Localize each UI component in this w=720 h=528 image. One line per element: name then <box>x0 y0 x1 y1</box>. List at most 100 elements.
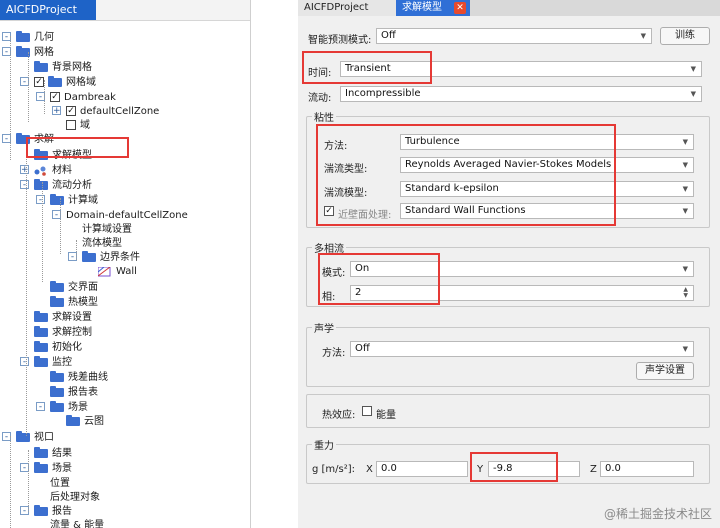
tree-item[interactable]: - 几何 <box>0 30 250 45</box>
time-label: 时间: <box>308 68 332 79</box>
tree-item[interactable]: 残差曲线 <box>0 370 250 385</box>
tree-item[interactable]: - 网格 <box>0 45 250 60</box>
tree-item[interactable]: + 材料 <box>0 163 250 178</box>
method-select[interactable]: Turbulence ▼ <box>400 134 694 150</box>
folder-icon <box>16 431 30 442</box>
tree-item[interactable]: - 流动分析 <box>0 178 250 193</box>
energy-checkbox[interactable] <box>362 406 372 416</box>
folder-icon <box>50 386 64 397</box>
tree-item[interactable]: 报告表 <box>0 385 250 400</box>
tree-connector <box>10 436 11 528</box>
tree-item-label: 求解模型 <box>52 150 92 161</box>
folder-icon <box>66 415 80 426</box>
expand-icon[interactable]: + <box>20 165 29 175</box>
tree-item-label: 结果 <box>52 448 72 459</box>
folder-icon <box>50 371 64 382</box>
tree-item[interactable]: 计算域设置 <box>0 222 250 237</box>
tree-item[interactable]: - Domain-defaultCellZone <box>0 208 250 223</box>
tree-item[interactable]: - ✓ Dambreak <box>0 90 250 105</box>
flow-select[interactable]: Incompressible ▼ <box>340 86 702 102</box>
chevron-down-icon: ▼ <box>682 265 688 273</box>
tree-item[interactable]: 求解设置 <box>0 310 250 325</box>
gravity-y-label: Y <box>477 464 484 475</box>
gravity-x-input[interactable]: 0.0 <box>376 461 468 477</box>
tree-item[interactable]: - ✓ 网格域 <box>0 75 250 90</box>
tree-connector <box>28 450 29 512</box>
collapse-icon[interactable]: - <box>36 195 45 205</box>
tree-item-label: 求解控制 <box>52 327 92 338</box>
smart-mode-select[interactable]: Off ▼ <box>376 28 652 44</box>
tree-item[interactable]: 域 <box>0 118 250 133</box>
collapse-icon[interactable]: - <box>20 357 29 367</box>
tree-item[interactable]: + ✓ defaultCellZone <box>0 104 250 119</box>
tree-item-label: 初始化 <box>52 342 82 353</box>
tree-item-label: 几何 <box>34 32 54 43</box>
tree-item[interactable]: 交界面 <box>0 280 250 295</box>
acoustics-method-select[interactable]: Off ▼ <box>350 341 694 357</box>
chevron-down-icon: ▼ <box>690 90 696 98</box>
tree-item[interactable]: - 场景 <box>0 400 250 415</box>
tree-item[interactable]: - 边界条件 <box>0 250 250 265</box>
gravity-y-input[interactable]: -9.8 <box>488 461 580 477</box>
tab-aicfdproject[interactable]: AICFDProject <box>298 0 396 16</box>
viscosity-group-title: 粘性 <box>312 109 336 124</box>
tree-checkbox[interactable]: ✓ <box>34 77 44 87</box>
expand-icon[interactable]: + <box>52 106 61 116</box>
tree-item-label: 网格域 <box>66 77 96 88</box>
tree-tab-aicfdproject[interactable]: AICFDProject <box>0 0 96 20</box>
folder-icon <box>34 311 48 322</box>
tree-item[interactable]: 求解模型 <box>0 148 250 163</box>
collapse-icon[interactable]: - <box>36 402 45 412</box>
time-select[interactable]: Transient ▼ <box>340 61 702 77</box>
acoustics-settings-button[interactable]: 声学设置 <box>636 362 694 380</box>
tree-item[interactable]: - 报告 <box>0 504 250 519</box>
tree-item[interactable]: 热模型 <box>0 295 250 310</box>
tree-item[interactable]: 背景网格 <box>0 60 250 75</box>
collapse-icon[interactable]: - <box>20 180 29 190</box>
folder-icon <box>34 179 48 190</box>
tree-item[interactable]: 结果 <box>0 446 250 461</box>
tree-item-label: 材料 <box>52 165 72 176</box>
tree-checkbox[interactable] <box>66 120 76 130</box>
tree-item[interactable]: 流体模型 <box>0 236 250 251</box>
tree-item[interactable]: - 监控 <box>0 355 250 370</box>
tree-item[interactable]: Wall <box>0 264 250 279</box>
folder-icon <box>34 341 48 352</box>
turbulence-model-select[interactable]: Standard k-epsilon ▼ <box>400 181 694 197</box>
near-wall-select[interactable]: Standard Wall Functions ▼ <box>400 203 694 219</box>
turbulence-type-select[interactable]: Reynolds Averaged Navier-Stokes Models ▼ <box>400 157 694 173</box>
spin-arrows-icon[interactable]: ▲ ▼ <box>683 287 688 299</box>
tree-item[interactable]: - 视口 <box>0 430 250 445</box>
tree-item-label: 背景网格 <box>52 62 92 73</box>
tree-connector <box>44 80 45 114</box>
tree-checkbox[interactable]: ✓ <box>50 92 60 102</box>
tree-item[interactable]: 求解控制 <box>0 325 250 340</box>
method-label: 方法: <box>324 141 348 152</box>
phase-spinbox[interactable]: 2 ▲ ▼ <box>350 285 694 301</box>
phase-value: 2 <box>355 287 362 298</box>
gravity-z-input[interactable]: 0.0 <box>600 461 694 477</box>
tree-item-label: defaultCellZone <box>80 106 160 117</box>
tree-connector <box>42 182 43 282</box>
tree-item[interactable]: 初始化 <box>0 340 250 355</box>
tree-item-label: 云图 <box>84 416 104 427</box>
tree-item[interactable]: 流量 & 能量 <box>0 518 250 528</box>
folder-icon <box>34 447 48 458</box>
tree-item[interactable]: - 场景 <box>0 461 250 476</box>
tree-item[interactable]: 云图 <box>0 414 250 429</box>
tree-item-label: 视口 <box>34 432 54 443</box>
tree-item[interactable]: - 求解 <box>0 132 250 147</box>
tree-item-label: 流量 & 能量 <box>50 520 105 528</box>
close-icon[interactable]: ✕ <box>454 2 466 14</box>
tree-item[interactable]: - 计算域 <box>0 193 250 208</box>
chevron-down-icon: ▼ <box>682 207 688 215</box>
tree-checkbox[interactable]: ✓ <box>66 106 76 116</box>
mode-select[interactable]: On ▼ <box>350 261 694 277</box>
folder-icon <box>34 326 48 337</box>
tree-item[interactable]: 后处理对象 <box>0 490 250 505</box>
near-wall-checkbox[interactable]: ✓ <box>324 206 334 216</box>
train-button[interactable]: 训练 <box>660 27 710 45</box>
tree-item[interactable]: 位置 <box>0 476 250 491</box>
turbulence-type-value: Reynolds Averaged Navier-Stokes Models <box>405 159 612 170</box>
tree-item-label: 域 <box>80 120 90 131</box>
